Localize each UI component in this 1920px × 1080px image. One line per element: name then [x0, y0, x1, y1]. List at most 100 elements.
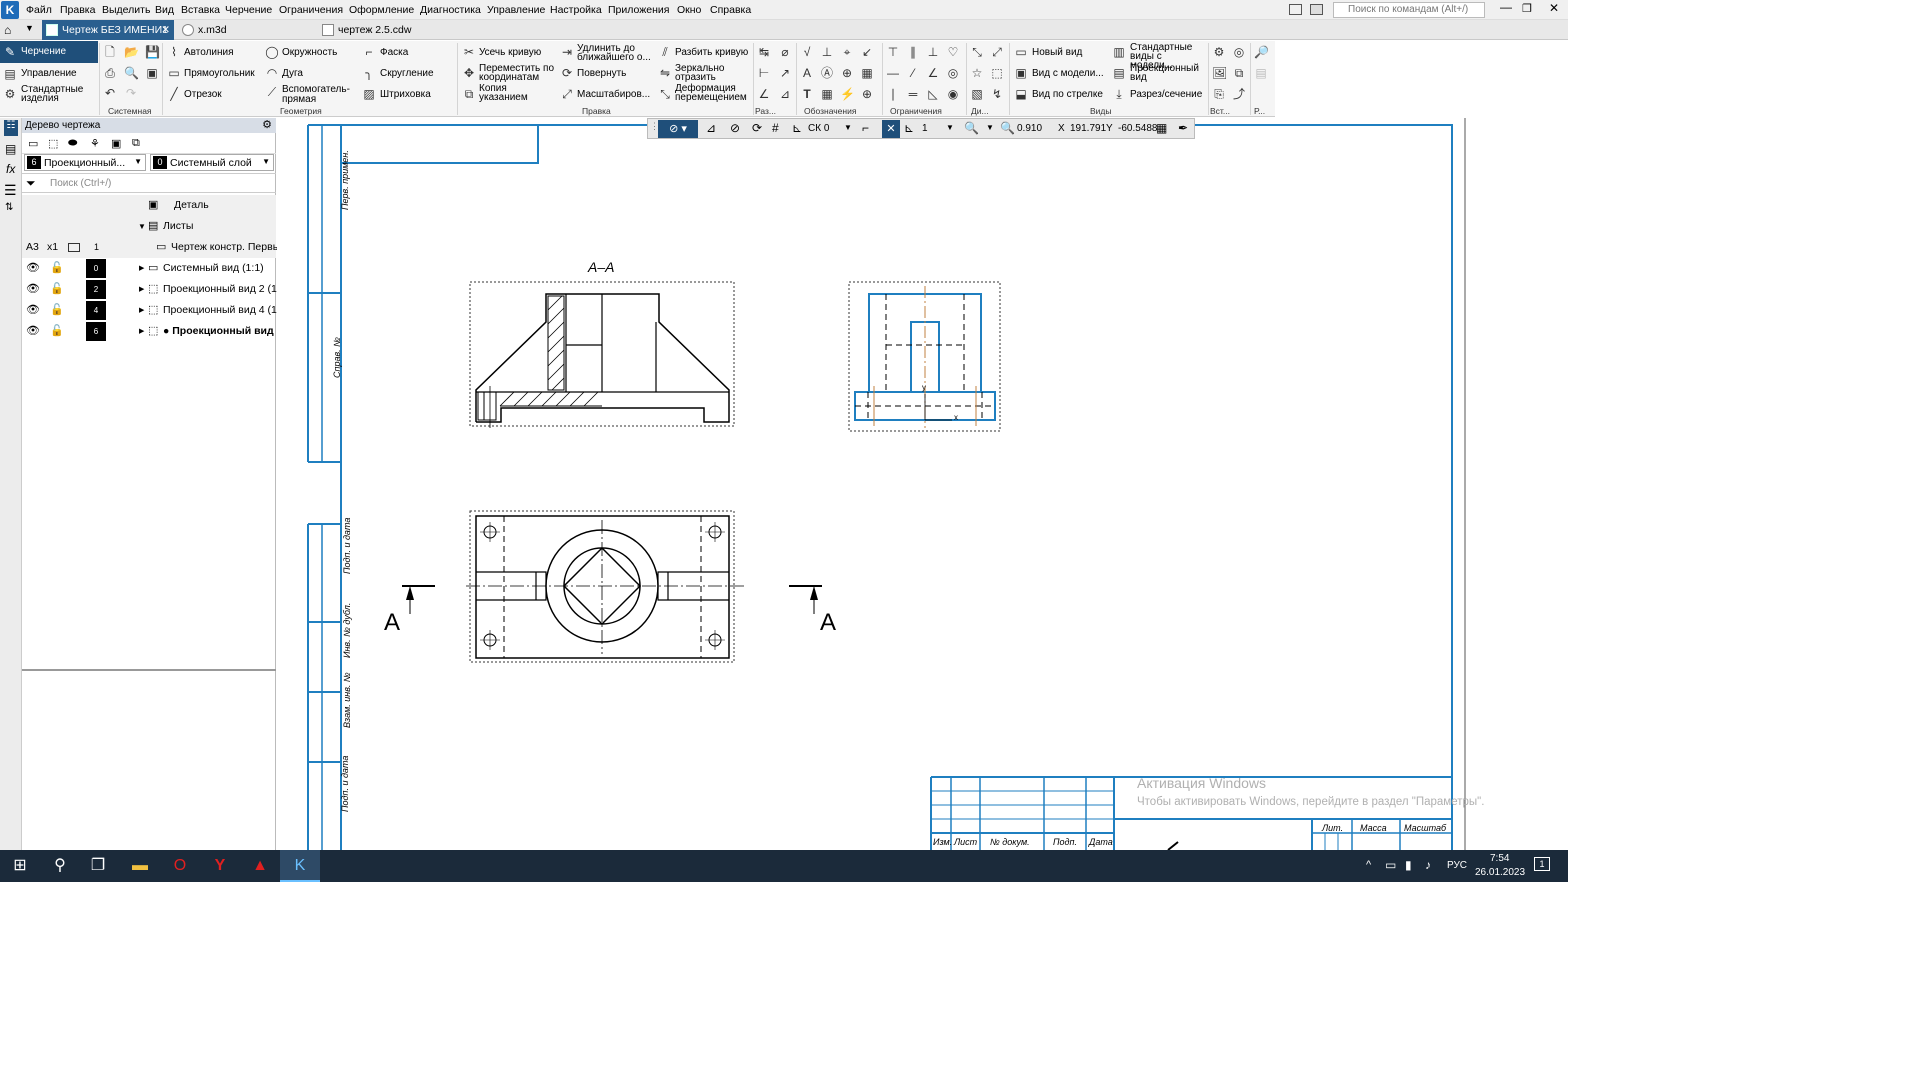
aux-line-button[interactable]: Вспомогатель-прямая	[282, 85, 356, 105]
snap-angle-icon[interactable]: ⊿	[706, 121, 716, 135]
menu-help[interactable]: Справка	[710, 4, 751, 16]
volume-icon[interactable]: ♪	[1425, 858, 1431, 872]
radial-dim-icon[interactable]: ↗	[778, 66, 792, 80]
mirror-button[interactable]: Зеркально отразить	[675, 64, 735, 83]
equal-icon[interactable]: ═	[906, 87, 920, 101]
command-search-input[interactable]: Поиск по командам (Alt+/)	[1333, 2, 1485, 18]
segment-button[interactable]: Отрезок	[184, 90, 222, 100]
tab-drawing-2[interactable]: чертеж 2.5.cdw	[318, 20, 468, 40]
restore-icon[interactable]: ❐	[1522, 2, 1532, 15]
layer-select[interactable]: 0 Системный слой ▼	[150, 154, 274, 171]
language-indicator[interactable]: РУС	[1447, 860, 1467, 871]
size-icon[interactable]: ↹	[757, 45, 771, 59]
lock-icon[interactable]: 🔓	[50, 300, 64, 321]
drawing-canvas[interactable]: Перв. примен. Справ. № Подп. и дата Инв.…	[277, 118, 1568, 856]
concentric-icon[interactable]: ◎	[946, 66, 960, 80]
panel-splitter[interactable]	[22, 669, 276, 671]
tree-item-view-6[interactable]: 👁 🔓 6 ▶ ⬚ ● Проекционный вид 6	[22, 321, 282, 342]
lock-icon[interactable]: 🔓	[50, 258, 64, 279]
expand-icon[interactable]: ▶	[139, 321, 144, 342]
parallel-icon[interactable]: ∥	[906, 45, 920, 59]
tree-item-view-0[interactable]: 👁 🔓 0 ▶ ▭ Системный вид (1:1)	[22, 258, 276, 279]
tree-item-view-4[interactable]: 👁 🔓 4 ▶ ⬚ Проекционный вид 4 (1:1	[22, 300, 286, 321]
new-view-button[interactable]: Новый вид	[1032, 48, 1082, 58]
circle-button[interactable]: Окружность	[282, 48, 337, 58]
tolerance-icon[interactable]: ⌖	[840, 45, 854, 59]
insert-link-icon[interactable]: ⎘	[1212, 87, 1226, 101]
tree-tool-1-icon[interactable]: ▭	[28, 137, 38, 150]
axis-icon[interactable]: ⊕	[860, 87, 874, 101]
pdf-reader-icon[interactable]: ▲	[240, 850, 280, 882]
disabled-tool-icon[interactable]: ▤	[1254, 66, 1268, 80]
sort-icon[interactable]: ⇅	[5, 202, 13, 213]
eyedropper-icon[interactable]: ✒	[1178, 121, 1188, 135]
tree-item-sheets[interactable]: ▼ ▤ Листы	[22, 216, 276, 237]
tree-tool-6-icon[interactable]: ⧉	[132, 137, 140, 150]
menu-manage[interactable]: Управление	[487, 4, 545, 16]
tree-item-sheet[interactable]: А3 х1 1 ▭ Чертеж констр. Первый	[22, 237, 286, 258]
diag5-icon[interactable]: ▧	[970, 87, 984, 101]
file-explorer-icon[interactable]: ▬	[120, 850, 160, 882]
constraint-show-icon[interactable]: ◉	[946, 87, 960, 101]
menu-settings[interactable]: Настройка	[550, 4, 602, 16]
search-tool-icon[interactable]: 🔎	[1254, 45, 1269, 59]
clock-time[interactable]: 7:54	[1490, 853, 1509, 864]
eye-icon[interactable]: 👁	[26, 300, 40, 321]
mode-manage[interactable]: ▤ Управление	[0, 65, 98, 83]
menu-edit[interactable]: Правка	[60, 4, 95, 16]
windows-start-icon[interactable]: ⊞	[0, 850, 40, 882]
roughness-icon[interactable]: √	[800, 45, 814, 59]
battery-icon[interactable]: ▮	[1405, 858, 1412, 872]
base-icon[interactable]: ⊥	[820, 45, 834, 59]
expand-icon[interactable]: ▼	[138, 216, 146, 237]
menu-insert[interactable]: Вставка	[181, 4, 220, 16]
rectangle-button[interactable]: Прямоугольник	[184, 69, 255, 79]
menu-window[interactable]: Окно	[677, 4, 701, 16]
minimize-icon[interactable]: —	[1500, 0, 1512, 14]
section-view-aa[interactable]: А–А	[469, 259, 735, 428]
home-icon[interactable]: ⌂	[4, 23, 11, 37]
properties-icon[interactable]: ▤	[5, 142, 16, 156]
redo-icon[interactable]: ↷	[124, 86, 138, 100]
step-icon[interactable]: ⊾	[904, 121, 914, 135]
variables-icon[interactable]: fx	[6, 162, 15, 176]
table-small-icon[interactable]: ▦	[860, 66, 874, 80]
snap-tangent-icon[interactable]: ⊘	[730, 121, 740, 135]
new-doc-icon[interactable]: 🗋	[103, 45, 117, 59]
drawing-sheet[interactable]: Перв. примен. Справ. № Подп. и дата Инв.…	[277, 118, 1568, 856]
diag4-icon[interactable]: ⬚	[990, 66, 1004, 80]
horizontal-icon[interactable]: ―	[886, 66, 900, 80]
symbol-icon[interactable]: ⚡	[840, 87, 855, 101]
menu-format[interactable]: Оформление	[349, 4, 414, 16]
view-select[interactable]: 6 Проекционный... ▼	[24, 154, 146, 171]
tangent-icon[interactable]: ♡	[946, 45, 960, 59]
tree-item-detail[interactable]: ▣ Деталь	[22, 195, 276, 216]
lock-icon[interactable]: 🔓	[50, 321, 64, 342]
tree-panel-icon[interactable]: ☷	[4, 120, 18, 136]
insert-file-icon[interactable]: ⧉	[1232, 66, 1246, 80]
zoom-window-icon[interactable]: 🔍	[964, 121, 979, 135]
settings-gear-icon[interactable]: ⚙	[262, 118, 272, 133]
vertical-icon[interactable]: ∣	[886, 87, 900, 101]
copy-button[interactable]: Копия указанием	[479, 84, 549, 103]
top-view[interactable]	[466, 510, 744, 663]
insert-image-icon[interactable]: 🖼	[1212, 66, 1227, 80]
section-arrow-left[interactable]: А	[384, 585, 435, 636]
insert-object-icon[interactable]: ⤴	[1232, 87, 1246, 101]
lock-icon[interactable]: 🔓	[50, 279, 64, 300]
text-label-icon[interactable]: A	[800, 66, 814, 80]
kompas-taskbar-icon[interactable]: K	[280, 850, 320, 882]
zoom-value[interactable]: 0.910	[1017, 123, 1042, 134]
auto-dim-icon[interactable]: ⊿	[778, 87, 792, 101]
layers-icon[interactable]: ☰	[4, 182, 17, 199]
insert-fragment-icon[interactable]: ◎	[1232, 45, 1246, 59]
autoline-button[interactable]: Автолиния	[184, 48, 234, 58]
mode-drawing[interactable]: ✎ Черчение	[0, 41, 98, 63]
tree-search-input[interactable]: Поиск (Ctrl+/)	[50, 178, 111, 189]
close-icon[interactable]: ✕	[1549, 1, 1559, 15]
chevron-down-icon[interactable]: ▼	[844, 123, 852, 132]
model-view-button[interactable]: Вид с модели...	[1032, 69, 1104, 79]
chevron-down-icon[interactable]: ▼	[946, 123, 954, 132]
fillet-button[interactable]: Скругление	[380, 69, 434, 79]
section-button[interactable]: Разрез/сечение	[1130, 90, 1202, 100]
